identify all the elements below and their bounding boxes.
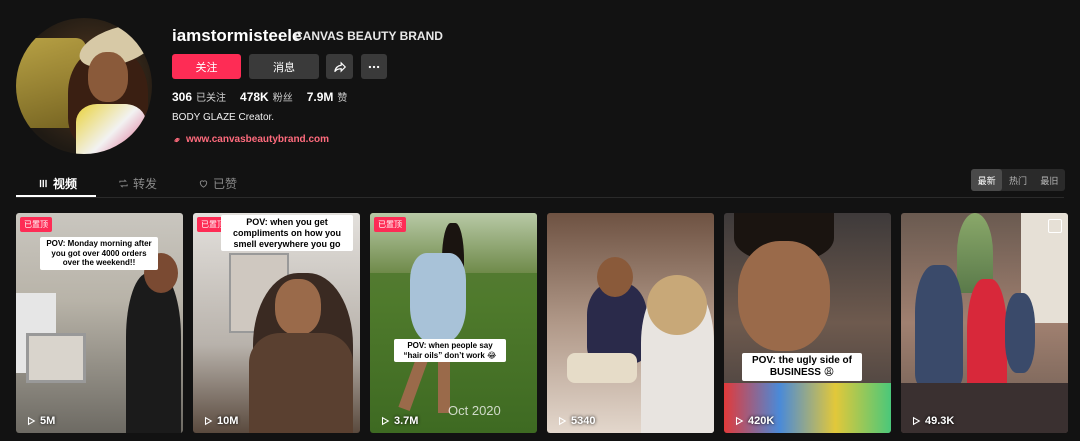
view-count-text: 10M (217, 415, 239, 427)
play-icon (204, 416, 213, 426)
video-caption: POV: when people say “hair oils” don’t w… (394, 339, 506, 363)
tab-videos[interactable]: 视频 (38, 175, 77, 192)
follow-button[interactable]: 关注 (172, 54, 241, 79)
tab-videos-label: 视频 (53, 177, 78, 191)
view-count: 5M (26, 415, 55, 427)
profile-tabs: 视频 转发 已赞 (16, 170, 1064, 198)
view-count: 10M (203, 415, 238, 427)
play-icon (381, 416, 390, 426)
more-icon (368, 65, 380, 68)
avatar[interactable] (16, 18, 152, 154)
view-count-text: 5M (40, 415, 56, 427)
sort-toggle: 最新 热门 最旧 (971, 169, 1065, 191)
view-count: 3.7M (380, 415, 418, 427)
sort-popular-button[interactable]: 热门 (1002, 169, 1033, 191)
video-card[interactable]: 已置顶 POV: when you get compliments on how… (193, 213, 360, 433)
view-count: 5340 (557, 415, 595, 427)
video-caption: POV: when you get compliments on how you… (221, 215, 353, 252)
profile-link[interactable]: www.canvasbeautybrand.com (172, 134, 329, 145)
date-watermark: Oct 2020 (448, 403, 501, 418)
likes-stat: 7.9M 赞 (306, 90, 348, 104)
video-caption: POV: Monday morning after you got over 4… (40, 237, 158, 270)
tab-reposts[interactable]: 转发 (118, 175, 157, 192)
username: iamstormisteele (172, 26, 302, 45)
share-button[interactable] (326, 54, 353, 79)
play-icon (912, 416, 921, 426)
video-card[interactable]: 已置顶 POV: when people say “hair oils” don… (370, 213, 537, 433)
more-button[interactable] (361, 54, 387, 79)
video-card[interactable]: 已置顶 POV: Monday morning after you got ov… (16, 213, 183, 433)
video-card[interactable]: POV: the ugly side of BUSINESS 😩 420K (724, 213, 891, 433)
view-count: 49.3K (911, 415, 954, 427)
repost-icon (119, 179, 128, 188)
tab-reposts-label: 转发 (133, 177, 158, 191)
heart-icon (199, 180, 208, 188)
view-count-text: 3.7M (394, 415, 419, 427)
grid-icon (39, 179, 47, 188)
message-button[interactable]: 消息 (249, 54, 319, 79)
sort-latest-button[interactable]: 最新 (971, 169, 1003, 191)
pinned-badge: 已置顶 (20, 217, 52, 232)
photo-mode-icon (1048, 219, 1062, 233)
bio-text: BODY GLAZE Creator. (172, 112, 275, 123)
video-card[interactable]: 49.3K (901, 213, 1068, 433)
following-stat[interactable]: 306 已关注 (172, 89, 226, 104)
tab-liked-label: 已赞 (213, 177, 238, 191)
play-icon (27, 416, 36, 426)
link-icon (174, 137, 180, 142)
active-tab-indicator (16, 195, 96, 197)
video-card[interactable]: 5340 (547, 213, 714, 433)
view-count: 420K (734, 415, 774, 427)
view-count-text: 420K (748, 415, 775, 427)
view-count-text: 5340 (571, 415, 596, 427)
profile-link-text: www.canvasbeautybrand.com (186, 134, 330, 145)
followers-stat[interactable]: 478K 粉丝 (240, 89, 293, 104)
play-icon (558, 416, 567, 426)
brand-name: CANVAS BEAUTY BRAND (294, 29, 443, 43)
tab-liked[interactable]: 已赞 (198, 175, 237, 192)
play-icon (735, 416, 744, 426)
sort-oldest-button[interactable]: 最旧 (1034, 169, 1065, 191)
profile-stats: 306 已关注 478K 粉丝 7.9M 赞 (172, 89, 347, 104)
view-count-text: 49.3K (925, 415, 955, 427)
video-caption: POV: the ugly side of BUSINESS 😩 (742, 353, 862, 381)
share-icon (333, 61, 346, 72)
pinned-badge: 已置顶 (374, 217, 406, 232)
